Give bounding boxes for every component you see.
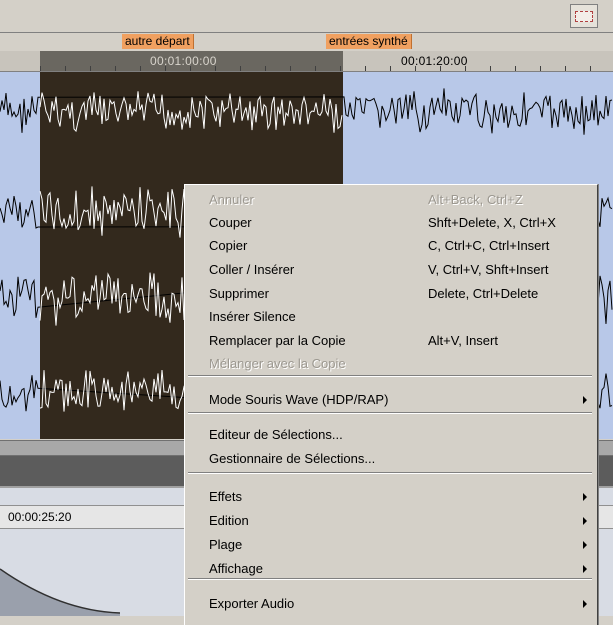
menu-item[interactable]: Gestionnaire de Sélections... bbox=[185, 447, 597, 470]
ruler-tick bbox=[365, 66, 366, 71]
ruler-tick bbox=[415, 66, 416, 71]
menu-item[interactable]: Effets bbox=[185, 485, 597, 508]
menu-item[interactable]: Editeur de Sélections... bbox=[185, 423, 597, 446]
ruler-tick bbox=[65, 66, 66, 71]
ruler-tick bbox=[40, 66, 41, 71]
ruler-tick bbox=[390, 66, 391, 71]
menu-separator bbox=[188, 578, 592, 580]
ruler-tick bbox=[465, 66, 466, 71]
menu-item[interactable]: Affichage bbox=[185, 557, 597, 580]
menu-item-label: Insérer Silence bbox=[209, 309, 296, 324]
menu-item-shortcut: Shft+Delete, X, Ctrl+X bbox=[428, 215, 556, 230]
menu-item-label: Mode Souris Wave (HDP/RAP) bbox=[209, 392, 389, 407]
menu-item: Mélanger avec la Copie bbox=[185, 352, 597, 375]
menu-item-shortcut: Alt+V, Insert bbox=[428, 333, 498, 348]
ruler-time-label: 00:01:20:00 bbox=[401, 54, 468, 68]
marker-row: autre départ entrées synthé bbox=[0, 33, 613, 50]
ruler-tick bbox=[90, 66, 91, 71]
marker-autre-depart[interactable]: autre départ bbox=[122, 34, 194, 49]
submenu-arrow-icon bbox=[583, 493, 587, 501]
menu-item[interactable]: Supprimer Delete, Ctrl+Delete bbox=[185, 282, 597, 305]
menu-item[interactable]: Remplacer par la Copie Alt+V, Insert bbox=[185, 329, 597, 352]
ruler-tick bbox=[190, 66, 191, 71]
menu-item-label: Couper bbox=[209, 215, 252, 230]
submenu-arrow-icon bbox=[583, 541, 587, 549]
menu-item[interactable]: Copier C, Ctrl+C, Ctrl+Insert bbox=[185, 234, 597, 257]
submenu-arrow-icon bbox=[583, 396, 587, 404]
menu-item-label: Annuler bbox=[209, 192, 254, 207]
ruler-tick bbox=[565, 66, 566, 71]
menu-separator bbox=[188, 412, 592, 414]
ruler-tick bbox=[265, 66, 266, 71]
ruler-time-label: 00:01:00:00 bbox=[150, 54, 217, 68]
submenu-arrow-icon bbox=[583, 517, 587, 525]
ruler-tick bbox=[340, 66, 341, 71]
menu-item-shortcut: Delete, Ctrl+Delete bbox=[428, 286, 539, 301]
submenu-arrow-icon bbox=[583, 565, 587, 573]
menu-separator bbox=[188, 472, 592, 474]
menu-item[interactable]: Insérer Silence bbox=[185, 305, 597, 328]
menu-item-label: Editeur de Sélections... bbox=[209, 427, 343, 442]
menu-item[interactable]: Couper Shft+Delete, X, Ctrl+X bbox=[185, 211, 597, 234]
ruler-tick bbox=[115, 66, 116, 71]
ruler-tick bbox=[240, 66, 241, 71]
ruler-tick bbox=[490, 66, 491, 71]
ruler-tick bbox=[440, 66, 441, 71]
menu-item-label: Exporter Audio bbox=[209, 596, 295, 611]
time-ruler[interactable]: 00:01:00:00 00:01:20:00 bbox=[0, 51, 613, 72]
menu-item: Annuler Alt+Back, Ctrl+Z bbox=[185, 188, 597, 211]
ruler-tick bbox=[590, 66, 591, 71]
menu-item[interactable]: Plage bbox=[185, 533, 597, 556]
marker-entrees-synthe[interactable]: entrées synthé bbox=[326, 34, 412, 49]
menu-item-label: Effets bbox=[209, 489, 243, 504]
menu-item-label: Affichage bbox=[209, 561, 263, 576]
menu-item-shortcut: C, Ctrl+C, Ctrl+Insert bbox=[428, 238, 550, 253]
ruler-tick bbox=[290, 66, 291, 71]
ruler-tick bbox=[515, 66, 516, 71]
toolbar-button[interactable] bbox=[570, 4, 598, 28]
menu-item-shortcut: Alt+Back, Ctrl+Z bbox=[428, 192, 523, 207]
menu-item-label: Copier bbox=[209, 238, 248, 253]
menu-item[interactable]: Exporter Audio bbox=[185, 592, 597, 615]
menu-separator bbox=[188, 375, 592, 377]
menu-item-label: Supprimer bbox=[209, 286, 269, 301]
ruler-tick bbox=[140, 66, 141, 71]
menu-item-label: Edition bbox=[209, 513, 249, 528]
dashed-rect-icon bbox=[575, 11, 593, 22]
ruler-tick bbox=[215, 66, 216, 71]
ruler-tick bbox=[165, 66, 166, 71]
menu-item[interactable]: Mode Souris Wave (HDP/RAP) bbox=[185, 388, 597, 411]
ruler-tick bbox=[540, 66, 541, 71]
menu-item-shortcut: V, Ctrl+V, Shft+Insert bbox=[428, 262, 549, 277]
menu-item[interactable]: Coller / Insérer V, Ctrl+V, Shft+Insert bbox=[185, 258, 597, 281]
menu-item[interactable]: Edition bbox=[185, 509, 597, 532]
menu-item-label: Plage bbox=[209, 537, 243, 552]
context-menu: Annuler Alt+Back, Ctrl+Z Couper Shft+Delete… bbox=[184, 184, 598, 625]
menu-item-label: Mélanger avec la Copie bbox=[209, 356, 346, 371]
menu-item-label: Gestionnaire de Sélections... bbox=[209, 451, 376, 466]
ruler-tick bbox=[315, 66, 316, 71]
toolbar bbox=[0, 0, 613, 33]
menu-item-label: Coller / Insérer bbox=[209, 262, 295, 277]
submenu-arrow-icon bbox=[583, 600, 587, 608]
menu-item-label: Remplacer par la Copie bbox=[209, 333, 346, 348]
lower-time-label: 00:00:25:20 bbox=[8, 510, 72, 524]
